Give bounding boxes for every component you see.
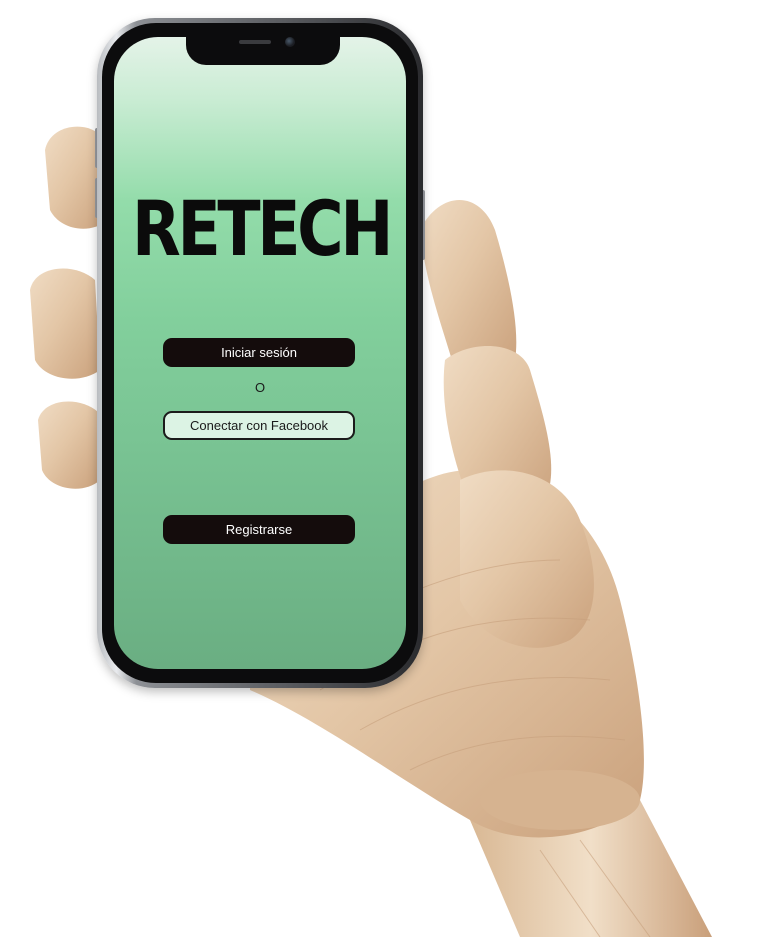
finger-ring (38, 401, 100, 489)
speaker-icon (239, 40, 271, 44)
facebook-connect-button[interactable]: Conectar con Facebook (163, 411, 355, 440)
thumb-base (460, 470, 594, 648)
finger-middle (30, 268, 100, 379)
wrist-joint (480, 770, 640, 830)
retech-logo: RETECH (132, 195, 392, 261)
signin-button[interactable]: Iniciar sesión (163, 338, 355, 367)
register-button[interactable]: Registrarse (163, 515, 355, 544)
thumb-tip (420, 200, 517, 370)
logo-text: RETECH (132, 195, 390, 261)
mockup-stage: RETECH Iniciar sesión O Conectar con Fac… (0, 0, 768, 937)
camera-icon (285, 37, 295, 47)
or-separator: O (254, 380, 266, 395)
